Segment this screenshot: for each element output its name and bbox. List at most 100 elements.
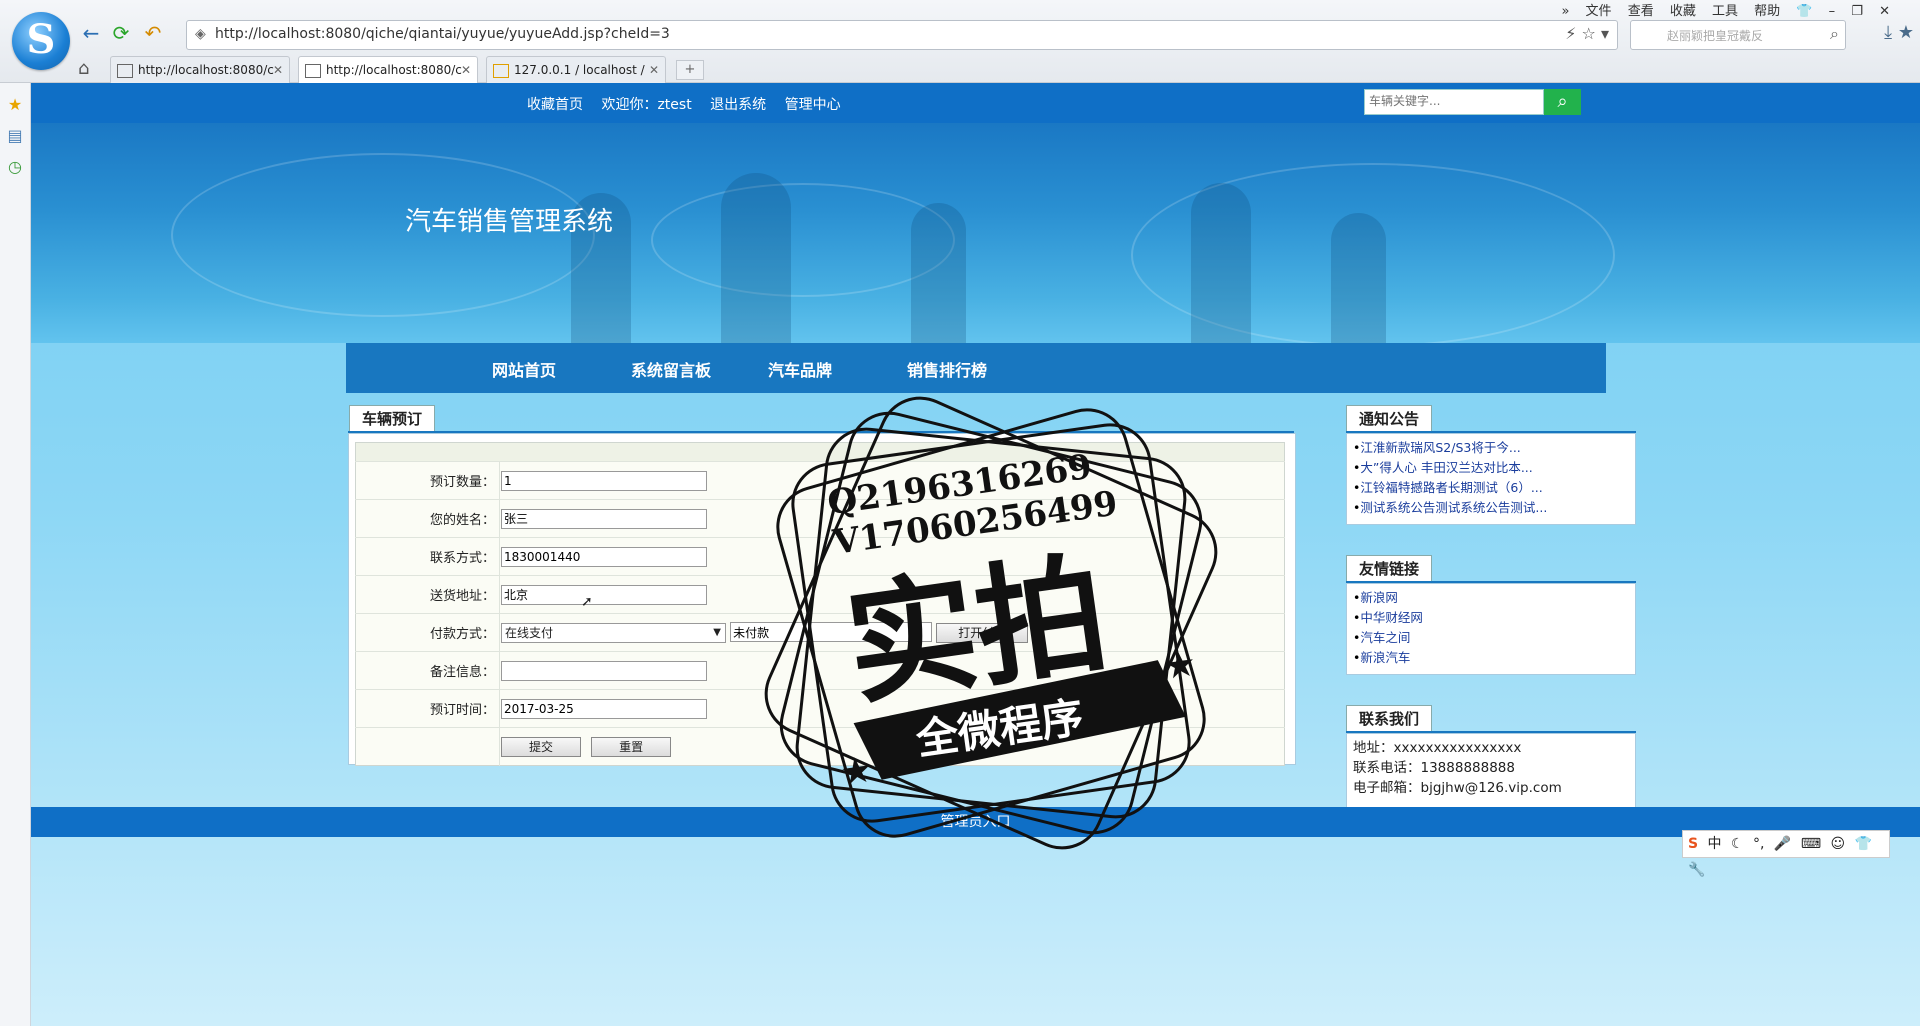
friend-link[interactable]: 新浪汽车 <box>1353 648 1629 668</box>
friend-link[interactable]: 新浪网 <box>1353 588 1629 608</box>
search-icon[interactable]: ⌕ <box>1830 24 1839 44</box>
site-top-bar: 收藏首页 欢迎你：ztest 退出系统 管理中心 ⌕ <box>31 83 1920 123</box>
tab-label: 127.0.0.1 / localhost / <box>514 63 645 77</box>
browser-search-box[interactable]: 赵丽颖把皇冠戴反 ⌕ <box>1630 20 1846 50</box>
sogou-icon[interactable]: S <box>1688 836 1698 852</box>
punctuation-icon[interactable]: °, <box>1753 836 1764 852</box>
download-icon[interactable]: ⤓ <box>1884 22 1892 43</box>
notices-title: 通知公告 <box>1346 405 1433 432</box>
ime-mode[interactable]: 中 <box>1708 836 1722 852</box>
restore-icon[interactable]: ❐ <box>1851 4 1863 19</box>
ime-toolbar: S 中 ☾ °, 🎤 ⌨ ☺ 👕 🔧 <box>1682 830 1890 878</box>
reset-button[interactable]: 重置 <box>591 736 672 757</box>
nav-guestbook[interactable]: 系统留言板 <box>631 357 711 381</box>
reader-icon[interactable]: ▤ <box>0 126 30 145</box>
minimize-icon[interactable]: – <box>1829 4 1836 19</box>
shirt-icon[interactable]: 👕 <box>1855 836 1872 852</box>
undo-icon[interactable]: ↶ <box>140 20 166 46</box>
contact-panel: 地址：xxxxxxxxxxxxxxxx 联系电话：13888888888 电子邮… <box>1346 733 1636 809</box>
address-input[interactable] <box>501 584 707 605</box>
phone-input[interactable] <box>501 546 707 567</box>
history-icon[interactable]: ◷ <box>0 157 30 176</box>
tab-1[interactable]: http://localhost:8080/c ✕ <box>110 56 290 83</box>
close-tab-icon[interactable]: ✕ <box>273 57 283 83</box>
contact-phone: 联系电话：13888888888 <box>1353 760 1515 776</box>
mouse-cursor-icon: ➚ <box>581 594 593 610</box>
friend-link[interactable]: 中华财经网 <box>1353 608 1629 628</box>
star-icon[interactable]: ⚡ ☆ ▾ <box>1565 24 1609 43</box>
browser-right-buttons: ⤓ ★ <box>1884 22 1914 43</box>
links-panel: 新浪网 中华财经网 汽车之间 新浪汽车 <box>1346 583 1636 675</box>
user-icon[interactable]: ☺ <box>1830 836 1845 852</box>
nav-home[interactable]: 网站首页 <box>492 357 556 381</box>
date-input[interactable] <box>501 698 707 719</box>
refresh-icon[interactable]: ⟳ <box>108 20 134 46</box>
date-label: 预订时间： <box>355 689 500 728</box>
payment-label: 付款方式： <box>355 613 500 652</box>
admin-entry-link[interactable]: 管理员入口 <box>941 814 1011 830</box>
tab-label: http://localhost:8080/c <box>138 63 274 77</box>
admin-center-link[interactable]: 管理中心 <box>785 97 841 113</box>
notice-item[interactable]: 大”得人心 丰田汉兰达对比本... <box>1353 458 1629 478</box>
microphone-icon[interactable]: 🎤 <box>1774 836 1791 852</box>
tab-3[interactable]: 127.0.0.1 / localhost / ✕ <box>486 56 666 83</box>
footer-bar: 管理员入口 <box>31 807 1920 837</box>
keyboard-icon[interactable]: ⌨ <box>1801 836 1821 852</box>
browser-search-placeholder: 赵丽颖把皇冠戴反 <box>1667 29 1764 43</box>
web-page: 收藏首页 欢迎你：ztest 退出系统 管理中心 ⌕ 汽车销售管理系统 网站首页… <box>31 83 1920 1026</box>
note-label: 备注信息： <box>355 651 500 690</box>
close-tab-icon[interactable]: ✕ <box>461 57 471 83</box>
menu-tools[interactable]: 工具 <box>1712 4 1738 19</box>
site-search-button[interactable]: ⌕ <box>1544 89 1581 115</box>
links-title: 友情链接 <box>1346 555 1433 582</box>
favorites-icon[interactable]: ★ <box>0 95 30 114</box>
back-icon[interactable]: ← <box>78 20 104 46</box>
notice-item[interactable]: 江淮新款瑞风S2/S3将于今... <box>1353 438 1629 458</box>
notice-item[interactable]: 江铃福特撼路者长期测试（6）... <box>1353 478 1629 498</box>
browser-sidebar: ★ ▤ ◷ <box>0 83 31 1026</box>
wrench-icon[interactable]: 🔧 <box>1688 862 1705 878</box>
notices-panel: 江淮新款瑞风S2/S3将于今... 大”得人心 丰田汉兰达对比本... 江铃福特… <box>1346 433 1636 525</box>
site-search-input[interactable] <box>1365 90 1541 112</box>
menu-file[interactable]: 文件 <box>1586 4 1612 19</box>
main-nav: 网站首页 系统留言板 汽车品牌 销售排行榜 <box>346 343 1606 393</box>
page-icon <box>117 63 133 78</box>
form-title: 车辆预订 <box>349 405 436 432</box>
submit-button[interactable]: 提交 <box>501 736 581 757</box>
search-icon: ⌕ <box>1557 91 1568 112</box>
note-input[interactable] <box>501 660 707 681</box>
close-window-icon[interactable]: ✕ <box>1879 4 1890 19</box>
friend-link[interactable]: 汽车之间 <box>1353 628 1629 648</box>
menu-more-icon[interactable]: » <box>1561 4 1569 19</box>
favorite-star-icon[interactable]: ★ <box>1898 22 1914 43</box>
skin-icon[interactable]: 👕 <box>1796 4 1812 19</box>
address-bar[interactable]: ◈ http://localhost:8080/qiche/qiantai/yu… <box>186 20 1618 50</box>
top-links: 收藏首页 欢迎你：ztest 退出系统 管理中心 <box>527 94 855 114</box>
browser-chrome: S ← ⟳ ↶ ◈ http://localhost:8080/qiche/qi… <box>0 0 1920 83</box>
nav-brands[interactable]: 汽车品牌 <box>768 357 832 381</box>
address-url[interactable]: http://localhost:8080/qiche/qiantai/yuyu… <box>215 26 670 42</box>
header-banner: 汽车销售管理系统 <box>31 123 1920 343</box>
new-tab-button[interactable]: + <box>676 60 704 80</box>
quantity-input[interactable] <box>501 470 707 491</box>
bookmark-link[interactable]: 收藏首页 <box>527 97 583 113</box>
menu-favorites[interactable]: 收藏 <box>1670 4 1696 19</box>
open-pay-button[interactable]: 打开付款 <box>936 622 1029 643</box>
tab-label: http://localhost:8080/c <box>326 63 462 77</box>
name-input[interactable] <box>501 508 707 529</box>
payment-select[interactable]: 在线支付 ▼ <box>501 623 726 643</box>
logout-link[interactable]: 退出系统 <box>710 97 766 113</box>
payment-status-input[interactable] <box>730 622 933 642</box>
moon-icon[interactable]: ☾ <box>1731 836 1744 852</box>
menu-help[interactable]: 帮助 <box>1754 4 1780 19</box>
home-icon[interactable]: ⌂ <box>78 58 89 79</box>
tab-2[interactable]: http://localhost:8080/c ✕ <box>298 56 478 83</box>
phone-label: 联系方式： <box>355 537 500 576</box>
close-tab-icon[interactable]: ✕ <box>649 57 659 83</box>
nav-sales-ranking[interactable]: 销售排行榜 <box>907 357 987 381</box>
site-title: 汽车销售管理系统 <box>405 207 614 237</box>
contact-address: 地址：xxxxxxxxxxxxxxxx <box>1353 740 1522 756</box>
dropdown-arrow-icon: ▼ <box>713 627 721 638</box>
menu-view[interactable]: 查看 <box>1628 4 1654 19</box>
notice-item[interactable]: 测试系统公告测试系统公告测试... <box>1353 498 1629 518</box>
